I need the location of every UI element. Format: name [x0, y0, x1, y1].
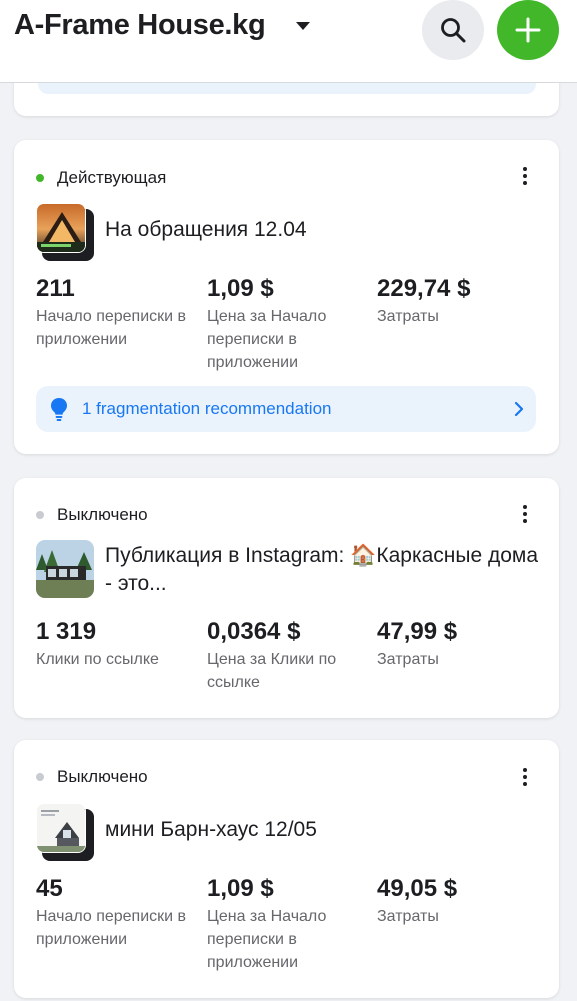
barn-house-image [36, 803, 86, 853]
status-label: Выключено [57, 767, 148, 786]
metric-value: 45 [36, 875, 63, 902]
ad-name[interactable]: На обращения 12.04 [105, 216, 307, 244]
top-header: A-Frame House.kg [0, 0, 577, 83]
metric-label: Клики по ссылке [36, 651, 159, 668]
metric-cost-per-result: 1,09 $ Цена за Начало переписки в прилож… [207, 874, 372, 974]
metric-spend: 229,74 $ Затраты [377, 274, 542, 328]
a-frame-house-image [36, 203, 86, 253]
metric-value: 211 [36, 275, 75, 302]
status-dot-inactive [36, 773, 44, 781]
metric-label: Затраты [377, 308, 439, 325]
more-options-icon[interactable] [517, 767, 533, 789]
search-button[interactable] [422, 0, 484, 60]
metric-value: 229,74 $ [377, 275, 471, 302]
metric-label: Затраты [377, 651, 439, 668]
metric-value: 47,99 $ [377, 618, 458, 645]
search-icon [441, 18, 466, 43]
status-label: Выключено [57, 505, 148, 524]
metric-value: 0,0364 $ [207, 618, 301, 645]
plus-icon [515, 17, 541, 43]
chevron-right-icon [514, 401, 524, 422]
create-ad-button[interactable] [497, 0, 559, 60]
instagram-post-image[interactable] [36, 540, 94, 598]
metric-label: Цена за Клики по ссылке [207, 651, 337, 691]
metric-spend: 49,05 $ Затраты [377, 874, 542, 928]
ad-name[interactable]: Публикация в Instagram: 🏠Каркасные дома … [105, 542, 545, 598]
metric-results: 45 Начало переписки в приложении [36, 874, 201, 951]
metric-label: Цена за Начало переписки в приложении [207, 308, 327, 371]
metric-value: 1,09 $ [207, 875, 274, 902]
ad-card[interactable]: Выключено Публикация в Instagram: 🏠Карка… [14, 478, 559, 718]
metric-results: 1 319 Клики по ссылке [36, 617, 201, 671]
ad-card[interactable]: Выключено мини Барн-хаус 12/05 45 Начало… [14, 740, 559, 998]
metric-value: 1 319 [36, 618, 97, 645]
recommendation-text: 1 fragmentation recommendation [82, 399, 332, 418]
metric-cost-per-result: 1,09 $ Цена за Начало переписки в прилож… [207, 274, 372, 374]
status-dot-active [36, 174, 44, 182]
status-dot-inactive [36, 511, 44, 519]
recommendation-banner[interactable]: 1 fragmentation recommendation [36, 386, 536, 432]
ads-list: Действующая На обращения 12.04 211 Начал… [0, 0, 577, 1001]
metric-cost-per-result: 0,0364 $ Цена за Клики по ссылке [207, 617, 372, 694]
metric-label: Начало переписки в приложении [36, 308, 187, 348]
more-options-icon[interactable] [517, 166, 533, 188]
ad-thumbnail[interactable] [36, 203, 94, 261]
ad-name[interactable]: мини Барн-хаус 12/05 [105, 816, 317, 844]
caret-down-icon[interactable] [296, 22, 310, 30]
ad-card[interactable]: Действующая На обращения 12.04 211 Начал… [14, 140, 559, 454]
metric-value: 49,05 $ [377, 875, 458, 902]
status-label: Действующая [57, 168, 167, 187]
more-options-icon[interactable] [517, 504, 533, 526]
metric-results: 211 Начало переписки в приложении [36, 274, 201, 351]
metric-label: Цена за Начало переписки в приложении [207, 908, 327, 971]
metric-spend: 47,99 $ Затраты [377, 617, 542, 671]
metric-label: Начало переписки в приложении [36, 908, 187, 948]
account-selector[interactable]: A-Frame House.kg [14, 9, 266, 42]
ad-thumbnail[interactable] [36, 803, 94, 861]
lightbulb-icon [50, 397, 68, 426]
metric-value: 1,09 $ [207, 275, 274, 302]
metric-label: Затраты [377, 908, 439, 925]
